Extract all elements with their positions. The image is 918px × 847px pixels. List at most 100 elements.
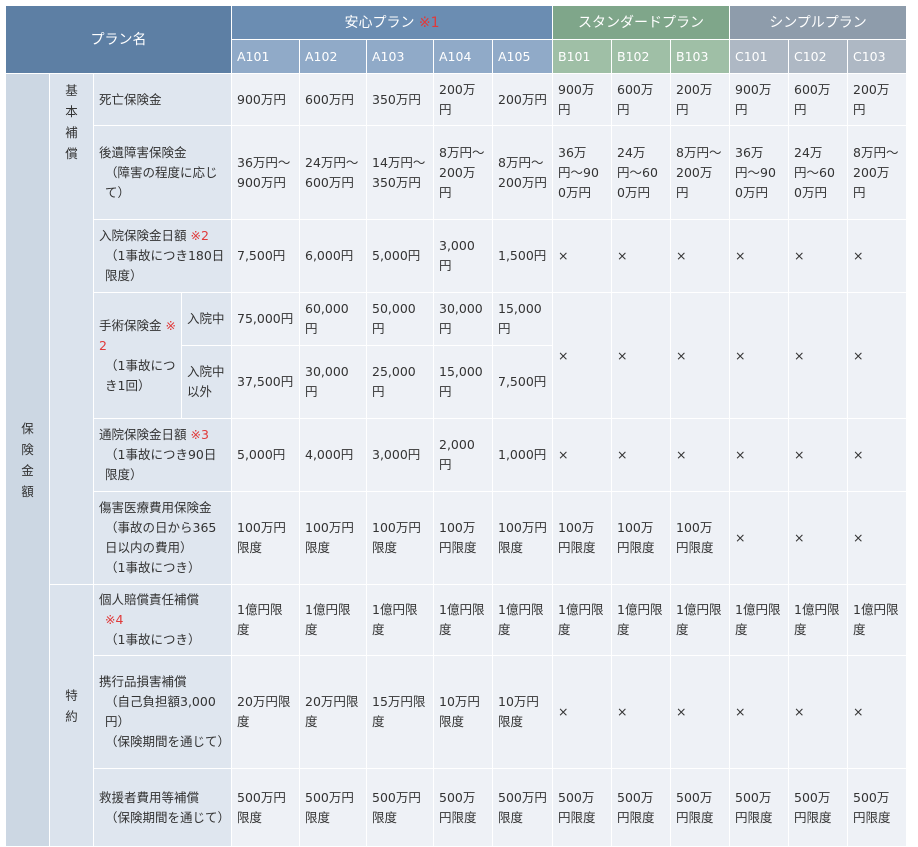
value-cell: 1億円限度 <box>847 584 907 656</box>
value-cell: 5,000円 <box>366 219 434 293</box>
plan-group-anshin: 安心プラン ※1 <box>231 5 553 40</box>
value-cell: 1億円限度 <box>788 584 848 656</box>
value-cell: 75,000円 <box>231 292 300 346</box>
value-cell: 500万円限度 <box>231 768 300 847</box>
value-cell: 600万円 <box>299 73 367 126</box>
plan-name-header: プラン名 <box>5 5 232 74</box>
value-cell: × <box>552 219 612 293</box>
plan-comparison-table: プラン名 安心プラン ※1 スタンダードプラン シンプルプラン A101 A10… <box>5 5 907 847</box>
value-cell: 6,000円 <box>299 219 367 293</box>
plan-group-standard: スタンダードプラン <box>552 5 730 40</box>
value-cell: 100万円限度 <box>611 491 671 585</box>
value-cell: 1億円限度 <box>299 584 367 656</box>
row-outpatient: 通院保険金日額 ※3 （1事故につき90日限度） 5,000円 4,000円 3,… <box>6 418 907 492</box>
row-label: 手術保険金 ※2 （1事故につき1回） <box>93 292 182 419</box>
row-label-text: 後遺障害保険金 <box>99 144 187 160</box>
value-cell: 25,000円 <box>366 345 434 419</box>
value-cell: 5,000円 <box>231 418 300 492</box>
row-label-text: 携行品損害補償 <box>99 674 187 689</box>
value-cell: × <box>847 655 907 769</box>
plan-code: B102 <box>611 39 671 74</box>
row-note: （1事故につき1回） <box>105 357 176 393</box>
value-cell: × <box>847 292 907 419</box>
sub-label-inpatient: 入院中 <box>181 292 232 346</box>
row-liability: 特約 個人賠償責任補償 ※4 （1事故につき） 1億円限度 1億円限度 1億円限度 … <box>6 584 907 847</box>
value-cell: × <box>788 292 848 419</box>
row-rescue: 救援者費用等補償 （保険期間を通じて） 500万円限度 500万円限度 500万円… <box>6 768 907 847</box>
value-cell: × <box>611 292 671 419</box>
value-cell: 500万円限度 <box>788 768 848 847</box>
value-cell: 1,500円 <box>492 219 553 293</box>
value-cell: 60,000円 <box>299 292 367 346</box>
value-cell: 8万円〜200万円 <box>492 125 553 220</box>
value-cell: 500万円限度 <box>729 768 789 847</box>
value-cell: × <box>788 219 848 293</box>
value-cell: 900万円 <box>231 73 300 126</box>
row-label: 傷害医療費用保険金 （事故の日から365日以内の費用） （1事故につき） <box>93 491 232 585</box>
value-cell: 8万円〜200万円 <box>847 125 907 220</box>
value-cell: 100万円限度 <box>231 491 300 585</box>
plan-code: A102 <box>299 39 367 74</box>
value-cell: 100万円限度 <box>299 491 367 585</box>
value-cell: 500万円限度 <box>611 768 671 847</box>
value-cell: × <box>611 655 671 769</box>
value-cell: 24万円〜600万円 <box>788 125 848 220</box>
value-cell: × <box>847 219 907 293</box>
value-cell: 24万円〜600万円 <box>611 125 671 220</box>
row-disability: 後遺障害保険金 （障害の程度に応じて） 36万円〜900万円 24万円〜600万円… <box>6 125 907 220</box>
plan-code: C102 <box>788 39 848 74</box>
value-cell: × <box>611 418 671 492</box>
value-cell: × <box>729 655 789 769</box>
category-insurance-amount: 保険金額 <box>5 73 50 847</box>
value-cell: 20万円限度 <box>299 655 367 769</box>
value-cell: × <box>670 219 730 293</box>
row-note: （1事故につき180日限度） <box>105 248 225 283</box>
value-cell: 500万円限度 <box>366 768 434 847</box>
value-cell: × <box>788 418 848 492</box>
row-label-text: 傷害医療費用保険金 <box>99 500 212 515</box>
plan-code: B101 <box>552 39 612 74</box>
value-cell: × <box>670 655 730 769</box>
value-cell: 200万円 <box>492 73 553 126</box>
value-cell: 15,000円 <box>492 292 553 346</box>
value-cell: 10万円限度 <box>492 655 553 769</box>
category-label: 保険金額 <box>21 421 34 499</box>
row-medical: 傷害医療費用保険金 （事故の日から365日以内の費用） （1事故につき） 100万円… <box>6 491 907 585</box>
value-cell: × <box>670 292 730 419</box>
plan-group-label: シンプルプラン <box>769 14 867 31</box>
category-label: 特約 <box>65 688 78 724</box>
value-cell: 1億円限度 <box>231 584 300 656</box>
value-cell: 1億円限度 <box>670 584 730 656</box>
row-label: 携行品損害補償 （自己負担額3,000円） （保険期間を通じて） <box>93 655 232 769</box>
value-cell: 7,500円 <box>492 345 553 419</box>
value-cell: 1,000円 <box>492 418 553 492</box>
value-cell: 500万円限度 <box>433 768 493 847</box>
value-cell: × <box>552 655 612 769</box>
value-cell: 36万円〜900万円 <box>729 125 789 220</box>
value-cell: 900万円 <box>729 73 789 126</box>
footnote-mark: ※2 <box>190 228 209 243</box>
row-label: 救援者費用等補償 （保険期間を通じて） <box>93 768 232 847</box>
value-cell: 7,500円 <box>231 219 300 293</box>
row-note: （保険期間を通じて） <box>105 809 231 825</box>
row-label: 後遺障害保険金 （障害の程度に応じて） <box>93 125 232 220</box>
value-cell: 36万円〜900万円 <box>231 125 300 220</box>
value-cell: × <box>729 491 789 585</box>
value-cell: 3,000円 <box>366 418 434 492</box>
plan-code: C101 <box>729 39 789 74</box>
value-cell: 600万円 <box>611 73 671 126</box>
value-cell: × <box>729 418 789 492</box>
row-belongings: 携行品損害補償 （自己負担額3,000円） （保険期間を通じて） 20万円限度 20… <box>6 655 907 769</box>
row-label: 個人賠償責任補償 ※4 （1事故につき） <box>93 584 232 656</box>
value-cell: 200万円 <box>433 73 493 126</box>
value-cell: 15万円限度 <box>366 655 434 769</box>
value-cell: 500万円限度 <box>847 768 907 847</box>
value-cell: × <box>729 219 789 293</box>
row-label-text: 入院保険金日額 <box>99 228 187 243</box>
value-cell: 36万円〜900万円 <box>552 125 612 220</box>
value-cell: 100万円限度 <box>670 491 730 585</box>
value-cell: 37,500円 <box>231 345 300 419</box>
category-label: 基本補償 <box>65 83 78 161</box>
value-cell: × <box>788 655 848 769</box>
footnote-mark: ※4 <box>105 612 124 627</box>
